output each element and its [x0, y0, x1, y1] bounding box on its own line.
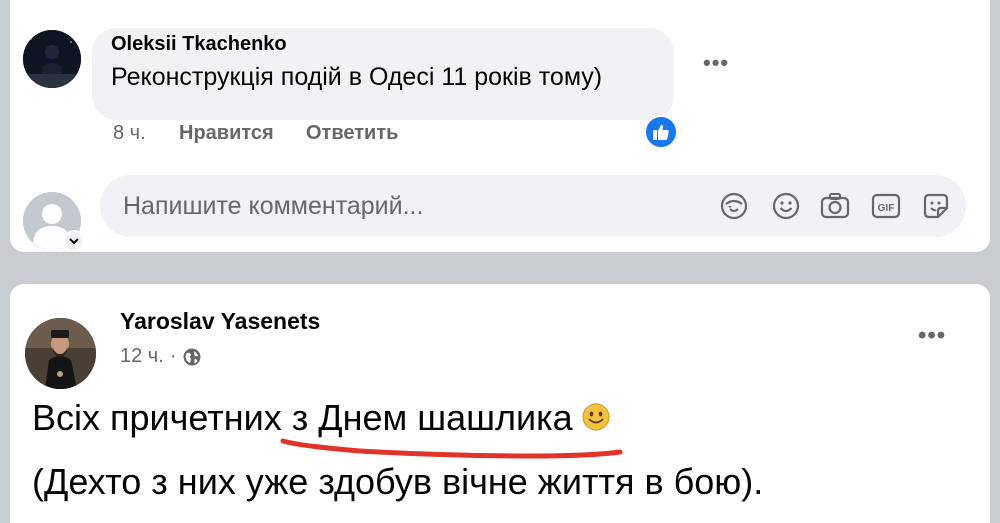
- camera-icon[interactable]: [819, 190, 851, 222]
- comment-timestamp[interactable]: 8 ч.: [113, 122, 146, 145]
- post-timestamp[interactable]: 12 ч.: [120, 345, 164, 368]
- like-reaction-icon[interactable]: [644, 115, 678, 149]
- chevron-down-icon[interactable]: [63, 230, 85, 252]
- sticker-icon[interactable]: [920, 190, 952, 222]
- smiling-face-emoji: [582, 403, 610, 431]
- comment-text: Реконструкція подій в Одесі 11 років том…: [111, 63, 603, 91]
- comment-input-placeholder: Напишите комментарий...: [123, 192, 424, 220]
- post-meta: 12 ч. ·: [120, 345, 202, 368]
- emoji-icon[interactable]: [770, 190, 802, 222]
- meta-separator: ·: [169, 345, 177, 367]
- more-horizontal-icon[interactable]: •••: [918, 322, 946, 350]
- post-author-avatar-image: [25, 318, 96, 389]
- comment-author[interactable]: Oleksii Tkachenko: [111, 33, 287, 56]
- globe-icon[interactable]: [182, 347, 202, 367]
- commenter-avatar-image: [23, 30, 81, 88]
- more-horizontal-icon[interactable]: •••: [703, 50, 729, 76]
- post-text-line-1: Всіх причетних з Днем шашлика: [32, 397, 611, 439]
- commenter-avatar[interactable]: [23, 30, 81, 88]
- like-button[interactable]: Нравится: [179, 122, 274, 145]
- thumbs-up-icon: [653, 124, 669, 140]
- reply-button[interactable]: Ответить: [306, 122, 398, 145]
- post-text: Всіх причетних з Днем шашлика: [32, 397, 573, 438]
- post-author-avatar[interactable]: [25, 318, 96, 389]
- avatar-sticker-icon[interactable]: [718, 190, 750, 222]
- post-author[interactable]: Yaroslav Yasenets: [120, 308, 320, 335]
- gif-icon[interactable]: GIF: [870, 190, 902, 222]
- svg-text:GIF: GIF: [878, 203, 895, 214]
- post-text-line-2: (Дехто з них уже здобув вічне життя в бо…: [32, 461, 764, 502]
- current-user-avatar[interactable]: [23, 192, 85, 252]
